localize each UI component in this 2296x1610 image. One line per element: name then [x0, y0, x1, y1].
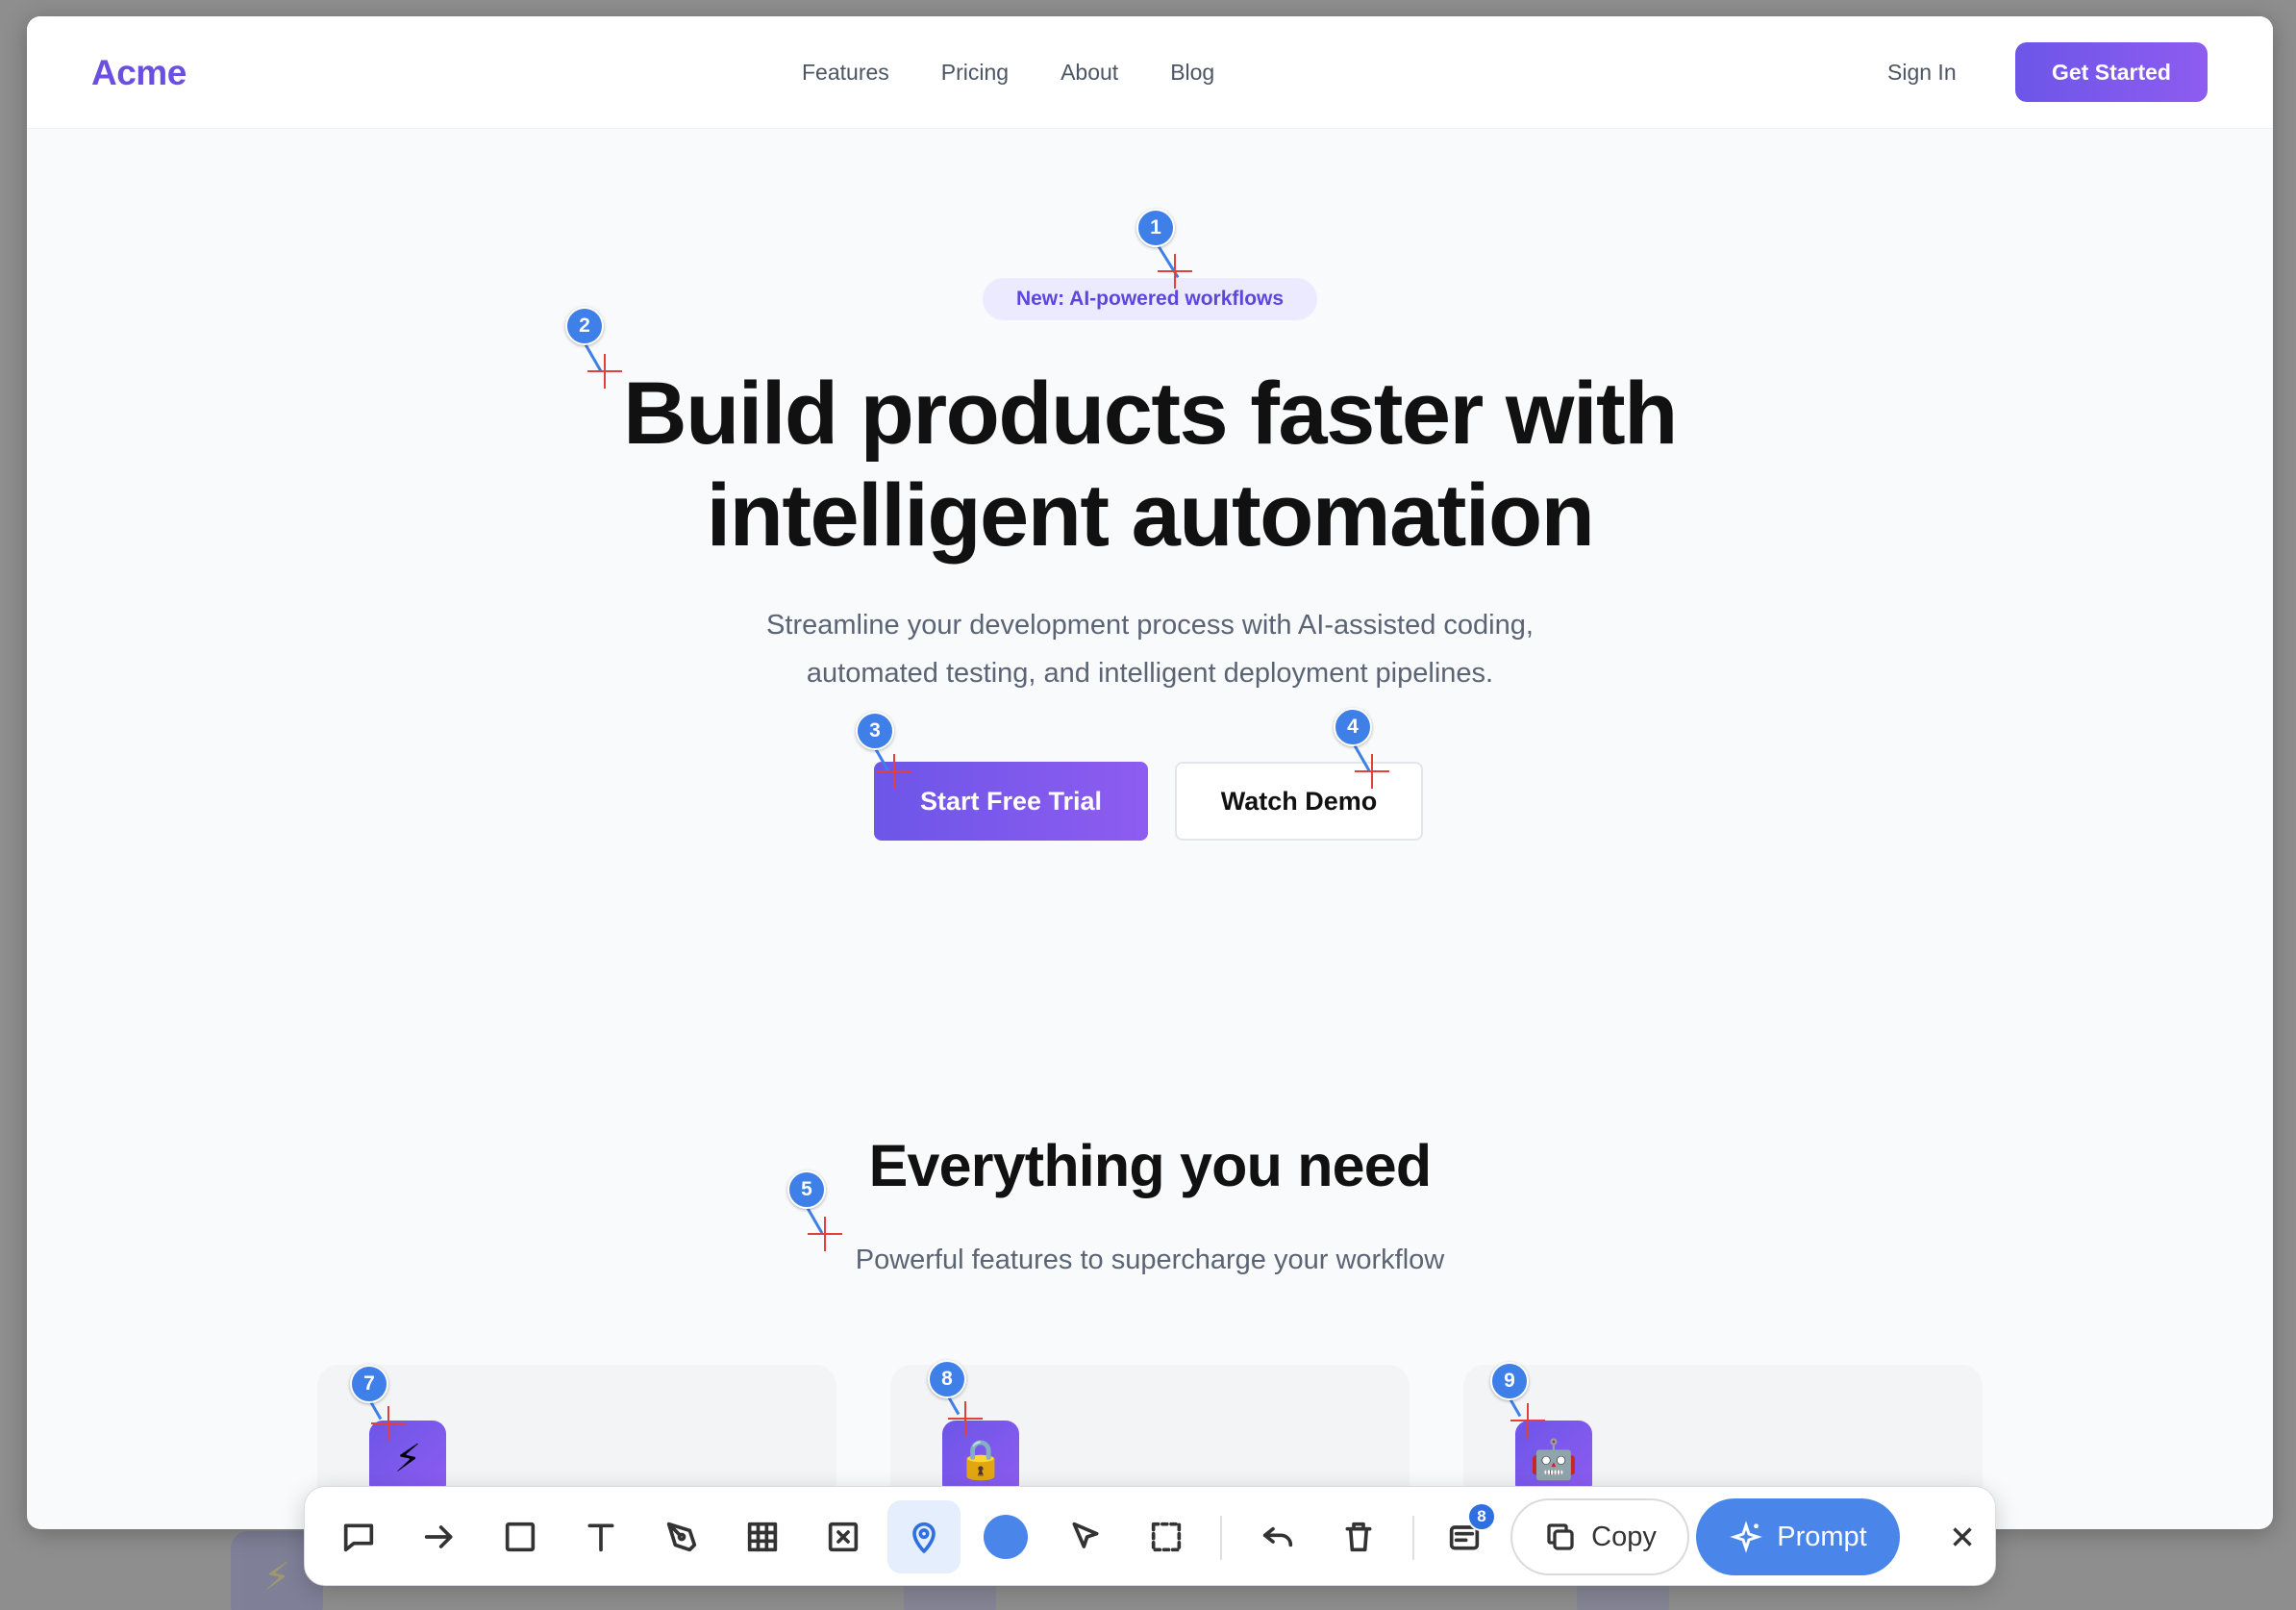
annotation-marker[interactable]: 9	[1490, 1362, 1529, 1400]
arrow-icon[interactable]	[403, 1500, 476, 1573]
crosshair-icon	[1158, 254, 1192, 289]
rectangle-icon[interactable]	[484, 1500, 557, 1573]
annotation-marker[interactable]: 3	[856, 712, 894, 750]
annotation-marker[interactable]: 1	[1136, 209, 1175, 247]
toolbar-divider	[1220, 1516, 1222, 1560]
copy-button[interactable]: Copy	[1510, 1498, 1689, 1575]
annotation-marker[interactable]: 5	[787, 1170, 826, 1209]
crosshair-icon	[587, 354, 622, 389]
crosshair-icon	[808, 1217, 842, 1251]
top-nav: Acme Features Pricing About Blog Sign In…	[27, 16, 2273, 129]
annotation-toolbar: 8 Copy Prompt	[304, 1486, 1996, 1586]
headline-line-1: Build products faster with	[623, 365, 1678, 463]
nav-link-blog[interactable]: Blog	[1170, 60, 1214, 86]
pin-icon[interactable]	[887, 1500, 961, 1573]
nav-link-about[interactable]: About	[1061, 60, 1118, 86]
browser-window: Acme Features Pricing About Blog Sign In…	[27, 16, 2273, 1529]
text-icon[interactable]	[564, 1500, 637, 1573]
nav-links: Features Pricing About Blog	[802, 60, 1214, 86]
get-started-button[interactable]: Get Started	[2015, 42, 2208, 102]
annotation-marker[interactable]: 8	[928, 1360, 966, 1398]
toolbar-divider	[1412, 1516, 1414, 1560]
selection-icon[interactable]	[1130, 1500, 1203, 1573]
trash-icon[interactable]	[1322, 1500, 1395, 1573]
logo[interactable]: Acme	[91, 53, 187, 93]
nav-link-pricing[interactable]: Pricing	[941, 60, 1009, 86]
prompt-label: Prompt	[1777, 1521, 1867, 1552]
pen-icon[interactable]	[645, 1500, 718, 1573]
start-free-trial-button[interactable]: Start Free Trial	[874, 762, 1148, 841]
hero-headline: Build products faster with intelligent a…	[27, 363, 2273, 566]
sign-in-link[interactable]: Sign In	[1887, 60, 1957, 86]
close-icon[interactable]	[1926, 1500, 1999, 1573]
copy-icon	[1547, 1523, 1574, 1550]
annotation-marker[interactable]: 2	[565, 307, 604, 345]
annotation-marker[interactable]: 4	[1334, 708, 1372, 746]
crosshair-icon	[371, 1406, 406, 1441]
subtitle-line-1: Streamline your development process with…	[766, 610, 1534, 641]
x-box-icon[interactable]	[807, 1500, 880, 1573]
crosshair-icon	[877, 754, 911, 789]
layers-count-badge: 8	[1467, 1502, 1496, 1531]
hero-subtitle: Streamline your development process with…	[700, 601, 1600, 697]
crosshair-icon	[1355, 754, 1389, 789]
announcement-badge[interactable]: New: AI-powered workflows	[983, 278, 1317, 320]
nav-link-features[interactable]: Features	[802, 60, 889, 86]
cursor-icon[interactable]	[1049, 1500, 1122, 1573]
crosshair-icon	[948, 1401, 983, 1436]
grid-icon[interactable]	[726, 1500, 799, 1573]
sparkle-icon	[1730, 1521, 1762, 1553]
color-picker-dot[interactable]	[984, 1515, 1028, 1559]
comment-icon[interactable]	[322, 1500, 395, 1573]
annotation-marker[interactable]: 7	[350, 1365, 388, 1403]
prompt-button[interactable]: Prompt	[1696, 1498, 1900, 1575]
features-title: Everything you need	[868, 1133, 1433, 1198]
headline-line-2: intelligent automation	[706, 466, 1595, 565]
copy-label: Copy	[1591, 1521, 1657, 1552]
subtitle-line-2: automated testing, and intelligent deplo…	[806, 658, 1494, 689]
undo-icon[interactable]	[1241, 1500, 1314, 1573]
crosshair-icon	[1510, 1403, 1545, 1438]
features-subtitle: Powerful features to supercharge your wo…	[855, 1245, 1445, 1275]
